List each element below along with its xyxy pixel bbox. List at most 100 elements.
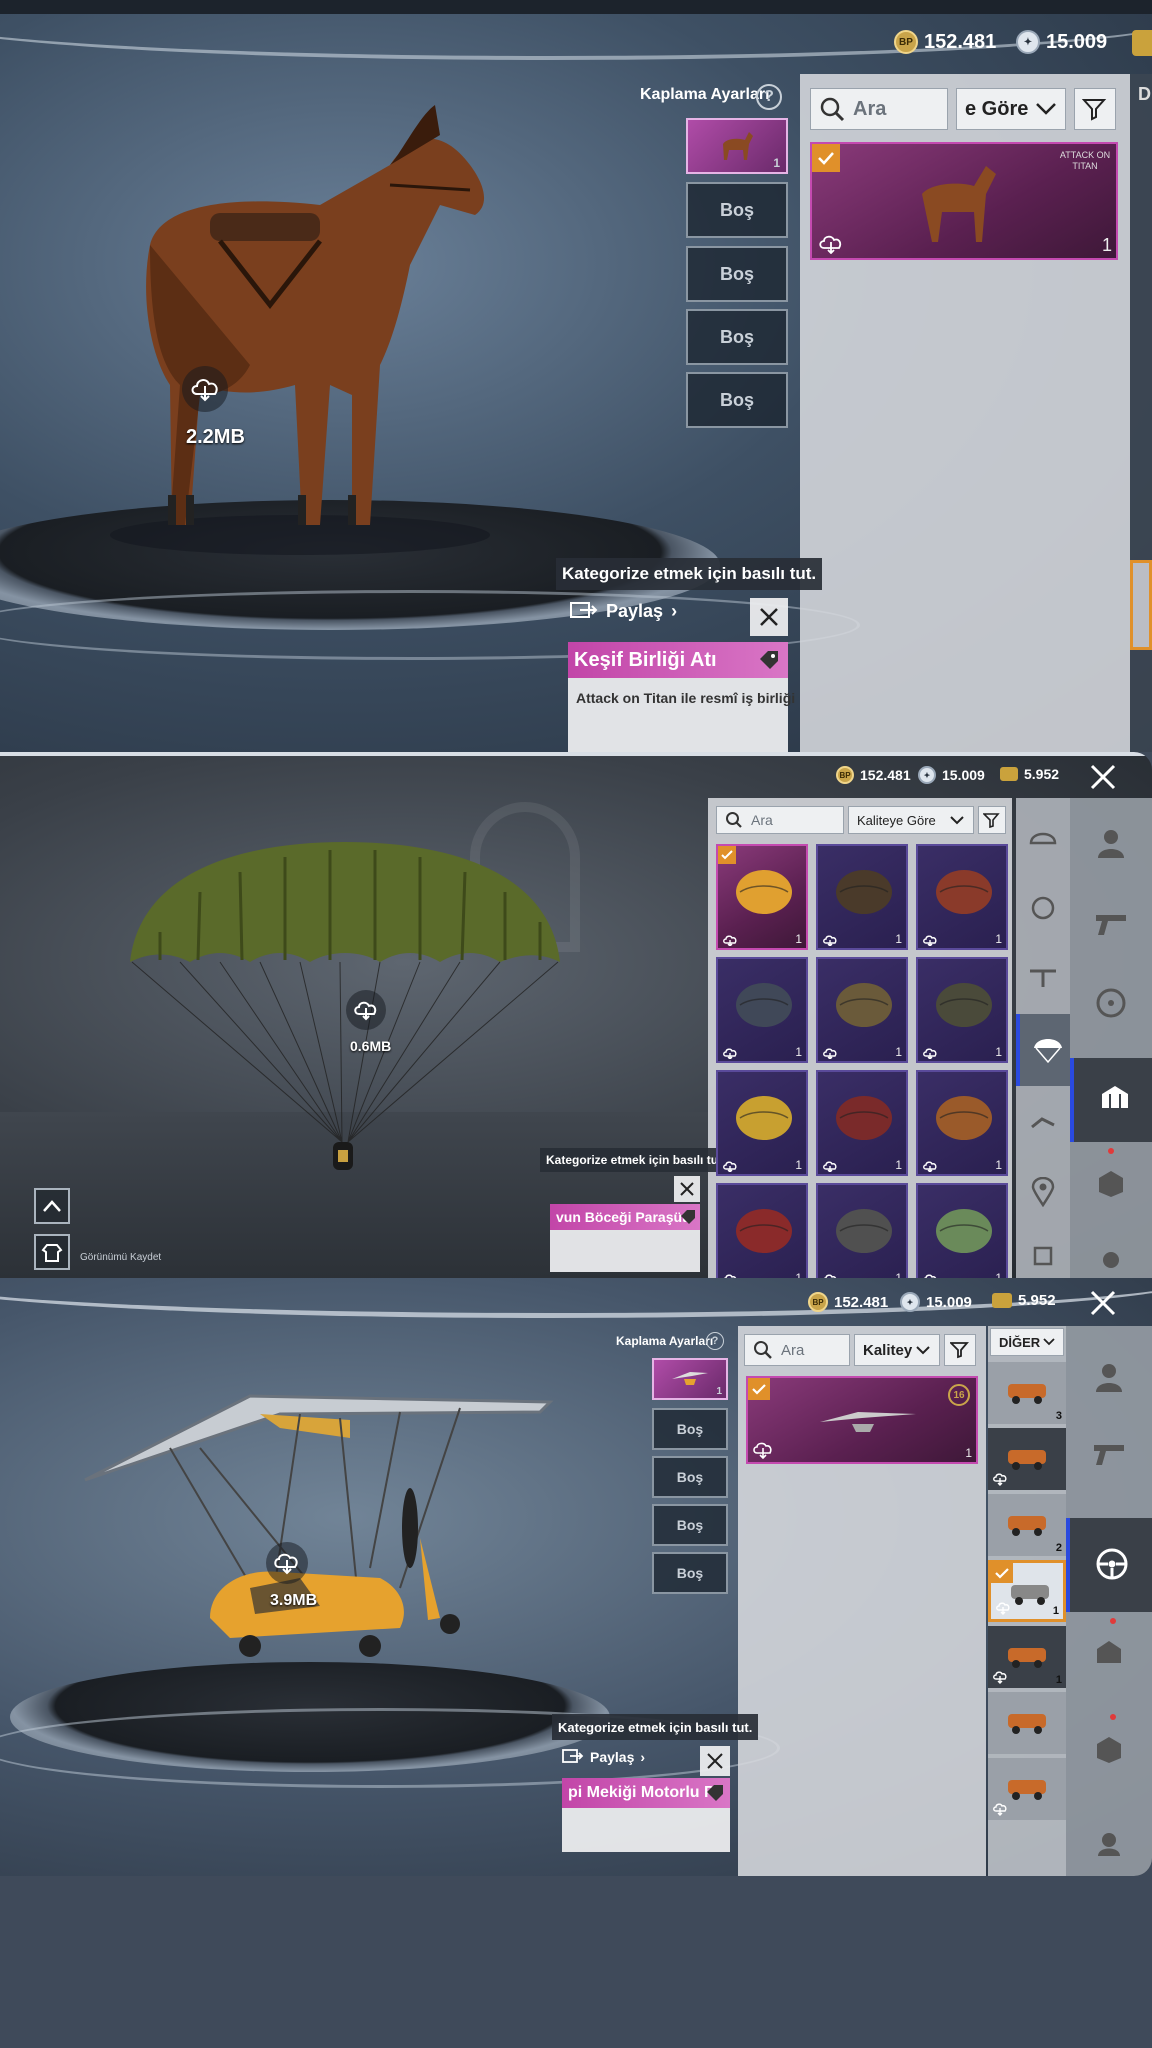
skin-slot-empty[interactable]: Boş [686,182,788,238]
share-button[interactable]: Paylaş › [570,600,677,622]
filter-button[interactable] [978,806,1006,834]
skin-slot-empty[interactable]: Boş [686,372,788,428]
sort-dropdown[interactable]: Kaliteye Göre [848,806,974,834]
parachute-item[interactable]: 1 [716,844,808,950]
close-screen-button[interactable] [1086,1286,1120,1320]
cloud-download-icon[interactable] [182,366,228,412]
tag-icon[interactable] [680,1209,696,1225]
vehicle-buggy[interactable]: 2 [988,1494,1066,1556]
horse-skin-screen: BP 152.481 ✦ 15.009 2.2MB Kaplama Ayarla… [0,0,1152,752]
skin-slot-empty[interactable]: Boş [652,1408,728,1450]
skin-slot-selected[interactable]: 1 [652,1358,728,1400]
ag-balance: 5.952 [992,1292,1056,1309]
sort-dropdown[interactable]: Kalitey [854,1334,940,1366]
parachute-item[interactable]: 1 [716,1070,808,1176]
filter-button[interactable] [944,1334,976,1366]
parachute-item[interactable]: 1 [916,1070,1008,1176]
parachute-thumb-icon [936,1209,992,1253]
search-icon [820,97,845,122]
steering-wheel-icon[interactable] [1080,978,1142,1028]
close-button[interactable] [700,1746,730,1776]
glider-category-icon[interactable] [1020,958,1066,998]
filter-button[interactable] [1074,88,1116,130]
vehicle-count: 1 [1055,1674,1062,1686]
cloud-download-icon[interactable] [266,1542,308,1584]
vehicle-bicycle[interactable] [988,1692,1066,1754]
parachute-item[interactable]: 1 [716,957,808,1063]
search-input[interactable]: Ara [716,806,844,834]
skin-slot-selected[interactable]: 1 [686,118,788,174]
more-category-icon[interactable] [1078,1818,1140,1868]
share-button[interactable]: Paylaş › [562,1748,645,1766]
help-icon[interactable]: ? [756,84,782,110]
parachute-item[interactable]: 1 [816,957,908,1063]
close-button[interactable] [750,598,788,636]
cloud-download-icon [996,1602,1010,1615]
vehicle-jet[interactable] [988,1758,1066,1820]
parachute-category-selected[interactable] [1016,1014,1070,1086]
item-count: 1 [895,1045,902,1059]
character-category-icon[interactable] [1078,1352,1140,1402]
location-icon[interactable] [1020,1172,1066,1212]
skin-slot-empty[interactable]: Boş [686,309,788,365]
edge-letter: D [1138,84,1151,104]
skin-category-selected[interactable] [1070,1058,1152,1142]
item-count: 1 [995,1271,1002,1278]
search-input[interactable]: Ara [744,1334,850,1366]
helmet-icon[interactable] [1078,1628,1140,1678]
tag-icon[interactable] [758,649,780,671]
box-category-icon[interactable] [1020,1238,1066,1274]
edge-selected-item[interactable] [1130,560,1152,650]
help-icon[interactable]: ? [706,1332,724,1350]
character-category-icon[interactable] [1080,818,1142,868]
helmet-category-icon[interactable] [1020,818,1066,858]
parachute-item[interactable]: 1 [916,844,1008,950]
gun-icon[interactable] [1080,898,1142,948]
expand-button[interactable] [34,1188,70,1224]
inventory-item[interactable]: 16 1 [746,1376,978,1464]
vehicle-thumb-icon [1008,1450,1046,1470]
parachute-thumb-icon [836,870,892,914]
backpack-icon[interactable] [1078,1724,1140,1774]
parachute-item[interactable]: 1 [716,1183,808,1278]
item-count: 1 [995,932,1002,946]
backpack-icon[interactable] [1080,1158,1142,1208]
skin-slot-empty[interactable]: Boş [652,1504,728,1546]
parachute-item[interactable]: 1 [816,844,908,950]
vehicle-category-selected[interactable] [1066,1518,1152,1612]
top-strip [0,0,1152,14]
parachute-item[interactable]: 1 [816,1183,908,1278]
vehicle-bus[interactable]: 3 [988,1362,1066,1424]
vehicle-glider-selected[interactable]: 1 [988,1560,1066,1622]
blank-background [0,1876,1152,2048]
skin-slot-empty[interactable]: Boş [652,1456,728,1498]
parachute-thumb-icon [736,1096,792,1140]
save-look-button[interactable] [34,1234,70,1270]
parachute-item[interactable]: 1 [816,1070,908,1176]
gun-icon[interactable] [1078,1428,1140,1478]
more-category-icon[interactable] [1080,1238,1142,1278]
search-input[interactable]: Ara [810,88,948,130]
vehicle-armored[interactable]: 1 [988,1626,1066,1688]
close-screen-button[interactable] [1086,760,1120,794]
ag-coin-icon [1000,767,1018,781]
parachute-item[interactable]: 1 [916,957,1008,1063]
skin-slot-empty[interactable]: Boş [686,246,788,302]
tag-icon[interactable] [706,1784,724,1802]
category-dropdown[interactable]: DİĞER [990,1328,1064,1356]
uc-coin-icon: ✦ [918,766,936,784]
close-button[interactable] [674,1176,700,1202]
mask-category-icon[interactable] [1020,888,1066,928]
cloud-download-icon [819,235,842,254]
parachute-item[interactable]: 1 [916,1183,1008,1278]
bp-balance: BP 152.481 [894,30,996,54]
vehicle-car-orange[interactable] [988,1428,1066,1490]
cloud-download-icon [723,935,737,946]
emote-category-icon[interactable] [1020,1102,1066,1142]
bp-balance: BP 152.481 [808,1292,888,1312]
cloud-download-icon[interactable] [346,990,386,1030]
inventory-item[interactable]: ATTACK ON TITAN 1 [810,142,1118,260]
sort-dropdown[interactable]: e Göre [956,88,1066,130]
helmet-icon [1102,1086,1128,1108]
skin-slot-empty[interactable]: Boş [652,1552,728,1594]
